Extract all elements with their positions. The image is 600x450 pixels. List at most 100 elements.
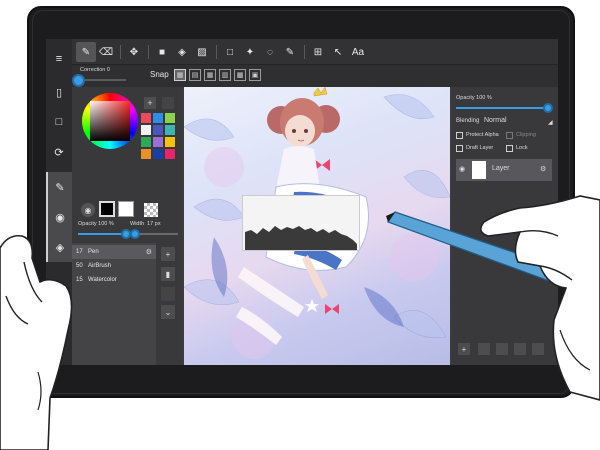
select-tool-icon[interactable]: □ (220, 42, 240, 62)
blending-select[interactable]: Normal (484, 117, 507, 124)
left-hand-finger-line (5, 295, 29, 325)
drawing-canvas[interactable] (184, 87, 450, 365)
color-swatch[interactable] (153, 125, 163, 135)
fill-tool-icon[interactable]: ■ (152, 42, 172, 62)
snap-cross-icon[interactable]: ▥ (219, 69, 231, 81)
color-swatch[interactable] (165, 125, 175, 135)
snap-radial-icon[interactable]: ▣ (249, 69, 261, 81)
toolbar-divider (216, 45, 217, 59)
clipping-label: Clipping (516, 132, 536, 138)
layer-opacity-label: Opacity 100 % (456, 95, 492, 101)
app-screen: ≡ ▯ □ ⟳ ✎ ◉ ◈ ↪ ↩ ✎ ⌫ ✥ ■ ◈ ▨ □ ✦ ◌ ✎ ⊞ … (46, 39, 558, 365)
lock-label: Lock (516, 145, 528, 151)
correction-label: Correction 0 (80, 67, 110, 73)
blending-label: Blending (456, 118, 480, 124)
layer-more-button[interactable] (532, 343, 544, 355)
color-swatch[interactable] (153, 113, 163, 123)
brush-opacity-fill (78, 233, 126, 235)
sub-color-swatch[interactable] (118, 201, 134, 217)
brush-opacity-label: Opacity 100 % (78, 221, 114, 227)
brush-panel-icon[interactable]: ✎ (46, 172, 72, 202)
color-saturation-square[interactable] (90, 101, 130, 141)
protect-alpha-checkbox[interactable] (456, 132, 463, 139)
toolbar-divider (120, 45, 121, 59)
pen-tool-icon[interactable]: ✎ (76, 42, 96, 62)
histogram-graph (243, 196, 359, 250)
move-tool-icon[interactable]: ✥ (124, 42, 144, 62)
correction-slider-knob[interactable] (72, 74, 85, 87)
color-swatch[interactable] (141, 149, 151, 159)
color-swatch[interactable] (165, 137, 175, 147)
snap-bar: Correction 0 Snap ▦ ▤ ▦ ▥ ▩ ▣ (72, 65, 558, 87)
eraser-tool-icon[interactable]: ⌫ (96, 42, 116, 62)
color-swatch[interactable] (153, 149, 163, 159)
toolbar-divider (148, 45, 149, 59)
layer-item[interactable]: ◉ Layer ⚙ (456, 159, 552, 181)
add-color-button[interactable]: + (144, 97, 156, 109)
gear-icon[interactable]: ⚙ (540, 165, 546, 173)
brush-blank-button[interactable] (161, 287, 175, 301)
bucket-tool-icon[interactable]: ◈ (172, 42, 192, 62)
rotate-icon[interactable]: ⟳ (46, 137, 72, 167)
palette-icon[interactable]: ◉ (81, 203, 95, 217)
select-icon[interactable]: □ (46, 107, 72, 137)
gear-icon[interactable]: ⚙ (146, 248, 152, 256)
lasso-icon[interactable]: ◌ (260, 42, 280, 62)
color-swatch[interactable] (141, 125, 151, 135)
color-swatch[interactable] (141, 113, 151, 123)
color-panel-icon[interactable]: ◉ (46, 202, 72, 232)
trash-icon[interactable]: ▮ (161, 267, 175, 281)
toolbar-divider (304, 45, 305, 59)
snap-off-icon[interactable]: ▦ (174, 69, 186, 81)
left-toolbar: ≡ ▯ □ ⟳ ✎ ◉ ◈ ↪ ↩ (46, 39, 72, 365)
snap-grid-icon[interactable]: ▦ (204, 69, 216, 81)
eye-icon[interactable]: ◉ (459, 165, 465, 173)
text-tool-icon[interactable]: Aa (348, 42, 368, 62)
brush-item-pen[interactable]: 17 Pen ⚙ (72, 245, 156, 259)
undo-icon[interactable]: ↩ (46, 331, 72, 361)
add-layer-button[interactable]: + (458, 343, 470, 355)
select-pen-icon[interactable]: ✎ (280, 42, 300, 62)
brush-item-airbrush[interactable]: 50 AirBrush (72, 259, 156, 273)
layer-opacity-knob[interactable] (543, 103, 553, 113)
main-color-swatch[interactable] (99, 201, 115, 217)
draft-layer-checkbox[interactable] (456, 145, 463, 152)
clipping-checkbox[interactable] (506, 132, 513, 139)
transparent-color-swatch[interactable] (144, 203, 158, 217)
snap-parallel-icon[interactable]: ▤ (189, 69, 201, 81)
snap-concentric-icon[interactable]: ▩ (234, 69, 246, 81)
gradient-tool-icon[interactable]: ▨ (192, 42, 212, 62)
brush-width-label: Width 17 px (130, 221, 161, 227)
magic-wand-icon[interactable]: ✦ (240, 42, 260, 62)
layer-panel: Opacity 100 % Blending Normal ◢ Protect … (452, 87, 558, 365)
lock-checkbox[interactable] (506, 145, 513, 152)
cursor-icon[interactable]: ↖ (328, 42, 348, 62)
menu-icon[interactable]: ≡ (46, 44, 72, 74)
delete-color-button[interactable] (162, 97, 174, 109)
histogram-overlay (242, 195, 360, 251)
redo-icon[interactable]: ↪ (46, 301, 72, 331)
new-canvas-icon[interactable]: ▯ (46, 77, 72, 107)
correction-slider[interactable] (80, 79, 126, 81)
blending-dropdown-icon[interactable]: ◢ (548, 119, 553, 126)
layer-action-button[interactable] (478, 343, 490, 355)
top-toolbar: ✎ ⌫ ✥ ■ ◈ ▨ □ ✦ ◌ ✎ ⊞ ↖ Aa (72, 39, 558, 65)
transform-icon[interactable]: ⊞ (308, 42, 328, 62)
layer-panel-icon[interactable]: ◈ (46, 232, 72, 262)
layer-name: Layer (492, 165, 510, 172)
add-brush-button[interactable]: + (161, 247, 175, 261)
layer-action-button[interactable] (496, 343, 508, 355)
layer-action-button[interactable] (514, 343, 526, 355)
color-swatch[interactable] (141, 137, 151, 147)
snap-label: Snap (150, 70, 169, 79)
color-swatch[interactable] (165, 113, 175, 123)
brush-list: 17 Pen ⚙ 50 AirBrush 15 Watercolor (72, 243, 156, 365)
draft-layer-label: Draft Layer (466, 145, 494, 151)
brush-width-knob[interactable] (130, 229, 140, 239)
color-swatch[interactable] (153, 137, 163, 147)
brush-item-watercolor[interactable]: 15 Watercolor (72, 273, 156, 287)
layer-opacity-fill (456, 107, 548, 109)
color-swatch[interactable] (165, 149, 175, 159)
color-brush-panel: + ◉ Opacity 100 % Width 17 px 17 Pen ⚙ 50… (72, 87, 182, 365)
chevron-down-icon[interactable]: ⌄ (161, 305, 175, 319)
